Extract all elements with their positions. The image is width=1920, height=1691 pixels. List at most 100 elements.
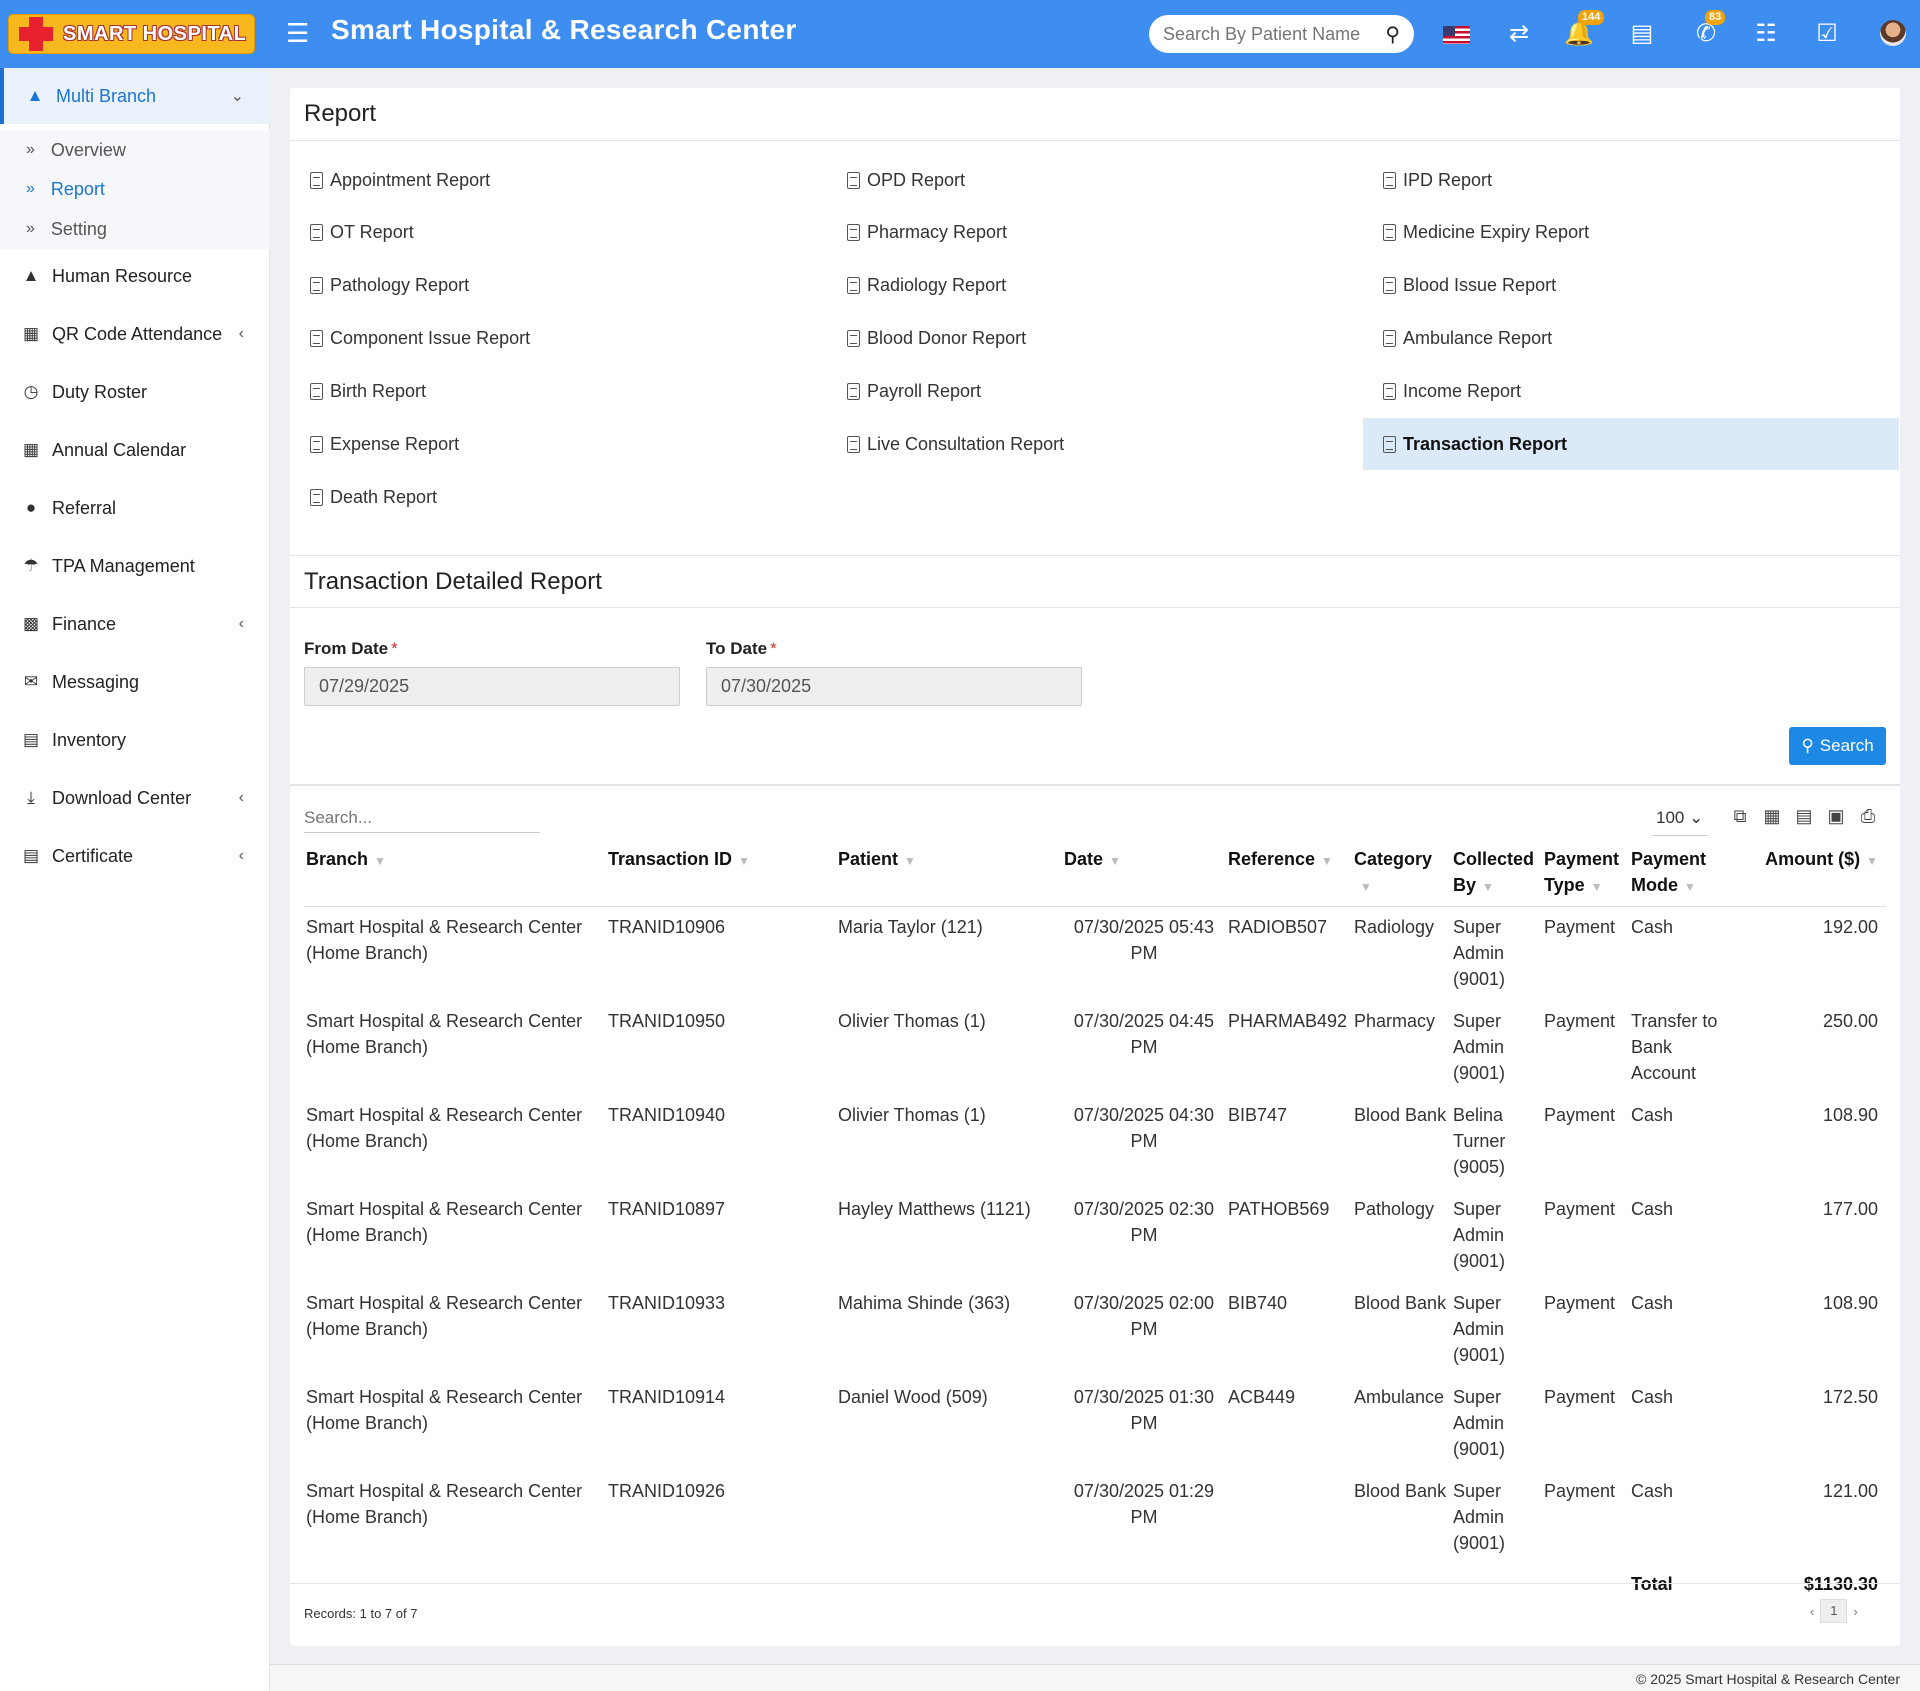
- sidebar-sub-overview[interactable]: » Overview: [0, 130, 270, 170]
- sidebar-item-finance[interactable]: ▩ Finance ‹: [0, 596, 270, 652]
- cell-transaction-id: TRANID10906: [608, 917, 726, 937]
- total-amount: $1130.30: [1803, 1574, 1878, 1594]
- col-transaction-id[interactable]: Transaction ID ▼: [606, 838, 836, 907]
- report-link-label: Birth Report: [330, 380, 427, 401]
- report-link[interactable]: Appointment Report: [290, 154, 826, 206]
- table-search-input[interactable]: [304, 803, 540, 833]
- col-reference[interactable]: Reference ▼: [1226, 838, 1352, 907]
- report-link[interactable]: Death Report: [290, 471, 826, 523]
- excel-icon[interactable]: ▦: [1756, 806, 1788, 827]
- cell-date: 07/30/2025 04:30 PM: [1073, 1105, 1215, 1151]
- report-link[interactable]: Medicine Expiry Report: [1363, 206, 1899, 258]
- report-link-label: Income Report: [1403, 380, 1522, 401]
- report-link[interactable]: IPD Report: [1363, 154, 1899, 206]
- cell-payment-mode: Cash: [1631, 1199, 1674, 1219]
- patient-search-box: ⚲: [1149, 15, 1414, 53]
- report-link[interactable]: Pharmacy Report: [827, 206, 1363, 258]
- document-icon: [310, 488, 323, 506]
- col-category[interactable]: Category ▼: [1352, 838, 1451, 907]
- cell-category: Blood Bank: [1354, 1481, 1447, 1501]
- sidebar-item-multi-branch[interactable]: ▲ Multi Branch ⌄: [0, 68, 270, 124]
- sidebar-item-human-resource[interactable]: ▲ Human Resource: [0, 248, 270, 304]
- whatsapp-icon[interactable]: ✆ 83: [1689, 10, 1726, 48]
- detail-report-title: Transaction Detailed Report: [290, 555, 1900, 608]
- search-button[interactable]: ⚲ Search: [1789, 727, 1886, 765]
- per-page-select[interactable]: 100 ⌄: [1652, 808, 1708, 836]
- report-link[interactable]: Birth Report: [290, 365, 826, 417]
- bed-icon[interactable]: ▤: [1625, 20, 1659, 48]
- task-check-icon[interactable]: ☑: [1810, 20, 1844, 48]
- table-row: Smart Hospital & Research Center (Home B…: [304, 1189, 1886, 1283]
- money-icon: ▩: [22, 614, 40, 633]
- pdf-icon[interactable]: ▣: [1820, 806, 1852, 827]
- us-flag-icon[interactable]: [1443, 26, 1470, 44]
- report-link[interactable]: Income Report: [1363, 365, 1899, 417]
- pagination: ‹ 1 ›: [1810, 1599, 1858, 1623]
- sidebar-item-download-center[interactable]: ⤓ Download Center ‹: [0, 770, 270, 826]
- col-date[interactable]: Date ▼: [1062, 838, 1226, 907]
- sidebar-sub-report[interactable]: » Report: [0, 169, 270, 209]
- col-payment-type[interactable]: Payment Type ▼: [1542, 838, 1629, 907]
- cell-branch: Smart Hospital & Research Center (Home B…: [306, 1105, 583, 1151]
- report-link[interactable]: Payroll Report: [827, 365, 1363, 417]
- patient-search-input[interactable]: [1163, 23, 1363, 45]
- report-link-label: Component Issue Report: [330, 327, 531, 348]
- sidebar-item-duty-roster[interactable]: ◷ Duty Roster: [0, 364, 270, 420]
- sidebar-sub-label: Overview: [50, 139, 126, 160]
- hamburger-menu-icon[interactable]: ☰: [286, 18, 309, 48]
- sidebar-item-certificate[interactable]: ▤ Certificate ‹: [0, 828, 270, 884]
- report-link[interactable]: Component Issue Report: [290, 312, 826, 364]
- report-link[interactable]: Radiology Report: [827, 259, 1363, 311]
- col-patient[interactable]: Patient ▼: [836, 838, 1062, 907]
- col-amount[interactable]: Amount ($) ▼: [1736, 838, 1886, 907]
- csv-icon[interactable]: ▤: [1788, 806, 1820, 827]
- avatar[interactable]: [1880, 20, 1906, 46]
- report-link[interactable]: Ambulance Report: [1363, 312, 1899, 364]
- table-row: Smart Hospital & Research Center (Home B…: [304, 1001, 1886, 1095]
- to-date-field[interactable]: 07/30/2025: [706, 667, 1082, 706]
- report-title: Report: [290, 88, 1900, 141]
- report-link[interactable]: OPD Report: [827, 154, 1363, 206]
- sort-icon: ▼: [1360, 880, 1372, 894]
- cell-payment-type: Payment: [1544, 1011, 1616, 1031]
- calendar-icon[interactable]: ☷: [1749, 20, 1783, 48]
- prev-page-icon[interactable]: ‹: [1810, 1604, 1814, 1619]
- copy-icon[interactable]: ⧉: [1724, 806, 1756, 827]
- cell-payment-mode: Transfer to Bank Account: [1631, 1011, 1718, 1083]
- table-row: Smart Hospital & Research Center (Home B…: [304, 907, 1886, 1002]
- sidebar-item-inventory[interactable]: ▤ Inventory: [0, 712, 270, 768]
- col-label: Branch: [306, 849, 369, 869]
- report-link[interactable]: OT Report: [290, 206, 826, 258]
- search-icon[interactable]: ⚲: [1385, 22, 1400, 47]
- col-collected-by[interactable]: Collected By ▼: [1451, 838, 1542, 907]
- sidebar-item-messaging[interactable]: ✉ Messaging: [0, 654, 270, 710]
- sidebar-item-referral[interactable]: ● Referral: [0, 480, 270, 536]
- cell-reference: ACB449: [1228, 1387, 1296, 1407]
- report-link[interactable]: Expense Report: [290, 418, 826, 470]
- cell-payment-mode: Cash: [1631, 1105, 1674, 1125]
- report-link[interactable]: Blood Issue Report: [1363, 259, 1899, 311]
- report-link-selected[interactable]: Transaction Report: [1363, 418, 1899, 470]
- print-icon[interactable]: ⎙: [1852, 806, 1884, 827]
- sidebar-item-qr-attendance[interactable]: ▦ QR Code Attendance ‹: [0, 306, 270, 362]
- sort-icon: ▼: [374, 854, 386, 868]
- report-link[interactable]: Blood Donor Report: [827, 312, 1363, 364]
- col-payment-mode[interactable]: Payment Mode ▼: [1629, 838, 1736, 907]
- sidebar-sub-setting[interactable]: » Setting: [0, 209, 270, 249]
- switch-branch-icon[interactable]: ⇄: [1502, 20, 1536, 48]
- from-date-field[interactable]: 07/29/2025: [304, 667, 680, 706]
- page-button[interactable]: 1: [1820, 1599, 1848, 1623]
- report-link[interactable]: Pathology Report: [290, 259, 826, 311]
- sort-icon: ▼: [1684, 880, 1696, 894]
- search-icon: ⚲: [1801, 736, 1814, 755]
- sidebar-item-tpa-management[interactable]: ☂ TPA Management: [0, 538, 270, 594]
- hospital-logo[interactable]: SMART HOSPITAL: [8, 14, 255, 54]
- cell-category: Ambulance: [1354, 1387, 1445, 1407]
- report-link[interactable]: Live Consultation Report: [827, 418, 1363, 470]
- sidebar-item-label: Inventory: [52, 729, 127, 750]
- sidebar-item-annual-calendar[interactable]: ▦ Annual Calendar: [0, 422, 270, 478]
- next-page-icon[interactable]: ›: [1853, 1604, 1857, 1619]
- bell-icon[interactable]: 🔔 144: [1562, 10, 1605, 48]
- col-branch[interactable]: Branch ▼: [304, 838, 606, 907]
- cell-category: Pharmacy: [1354, 1011, 1436, 1031]
